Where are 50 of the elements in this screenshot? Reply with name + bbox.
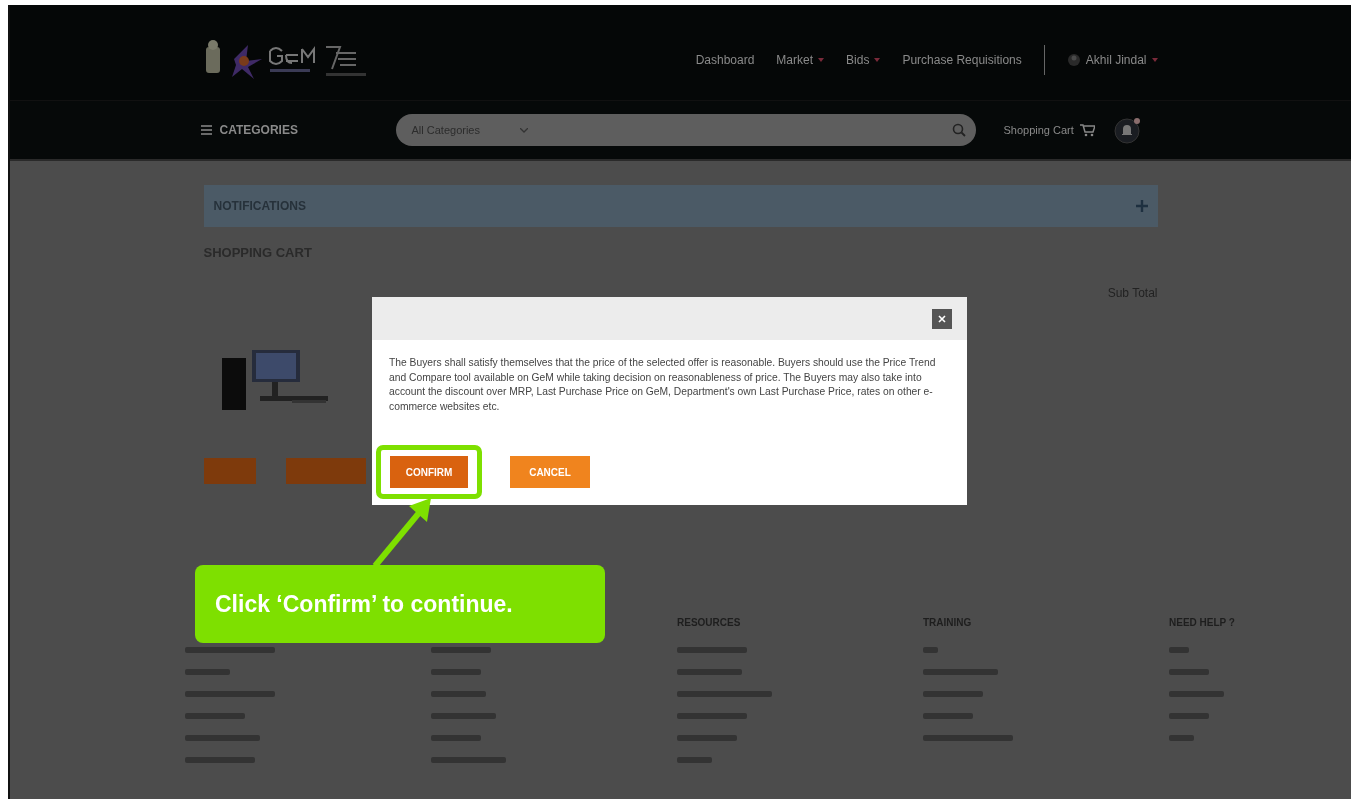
illegible-footer-link[interactable] [431, 647, 491, 653]
cart-action-button[interactable] [285, 458, 366, 484]
cart-icon [1079, 123, 1095, 137]
illegible-footer-link[interactable] [677, 669, 742, 675]
illegible-footer-link[interactable] [185, 669, 230, 675]
modal-message: The Buyers shall satisfy themselves that the price of the selected offer is reasonable. Buyers should use the Price Trend and Compare tool available on GeM while taking decision on reasonableness of price. The Buyers may also take into account the discount over MRP, Last Purchase Price on GeM, Department's own Last Purchase Price, rates on other e-commerce websites etc. [389, 356, 937, 415]
illegible-footer-link[interactable] [1169, 713, 1209, 719]
illegible-footer-link[interactable] [923, 647, 938, 653]
nav-link[interactable]: Dashboard [695, 53, 755, 67]
illegible-footer-link[interactable] [431, 757, 506, 763]
illegible-footer-link[interactable] [923, 713, 973, 719]
search-icon[interactable] [951, 123, 966, 137]
close-icon [938, 314, 946, 323]
illegible-footer-link[interactable] [677, 735, 737, 741]
illegible-footer-link[interactable] [431, 669, 481, 675]
nav-link[interactable]: Bids [846, 53, 881, 67]
callout-text: Click ‘Confirm’ to continue. [215, 590, 513, 618]
illegible-footer-link[interactable] [185, 735, 260, 741]
illegible-footer-link[interactable] [185, 691, 275, 697]
illegible-footer-link[interactable] [1169, 735, 1194, 741]
illegible-footer-link[interactable] [677, 757, 712, 763]
illegible-footer-link[interactable] [185, 757, 255, 763]
illegible-footer-link[interactable] [923, 735, 1013, 741]
nav-link[interactable]: Market [776, 53, 825, 67]
illegible-footer-link[interactable] [923, 691, 983, 697]
shopping-cart-link[interactable]: Shopping Cart [1003, 123, 1095, 137]
confirm-button[interactable]: CONFIRM [390, 456, 468, 488]
user-icon [1066, 53, 1081, 67]
menu-icon [200, 125, 212, 135]
caret-icon [1151, 58, 1158, 62]
illegible-footer-link[interactable] [431, 691, 486, 697]
illegible-footer-link[interactable] [185, 647, 275, 653]
illegible-footer-link[interactable] [1169, 647, 1189, 653]
illegible-footer-link[interactable] [431, 735, 481, 741]
illegible-footer-link[interactable] [677, 647, 747, 653]
chevron-down-icon [520, 127, 528, 133]
illegible-footer-link[interactable] [677, 713, 747, 719]
illegible-footer-link[interactable] [1169, 691, 1224, 697]
notification-bell-icon[interactable] [1112, 115, 1143, 145]
close-button[interactable] [932, 308, 952, 329]
illegible-footer-link[interactable] [185, 713, 245, 719]
illegible-footer-link[interactable] [923, 669, 998, 675]
cart-action-button[interactable] [203, 458, 256, 484]
illegible-footer-link[interactable] [431, 713, 496, 719]
nav-link[interactable]: Purchase Requisitions [902, 53, 1022, 67]
user-menu[interactable]: Akhil Jindal [1066, 53, 1158, 67]
categories-menu[interactable]: CATEGORIES [200, 123, 396, 137]
plus-icon[interactable] [1135, 200, 1148, 212]
illegible-footer-link[interactable] [1169, 669, 1209, 675]
illegible-footer-link[interactable] [677, 691, 772, 697]
